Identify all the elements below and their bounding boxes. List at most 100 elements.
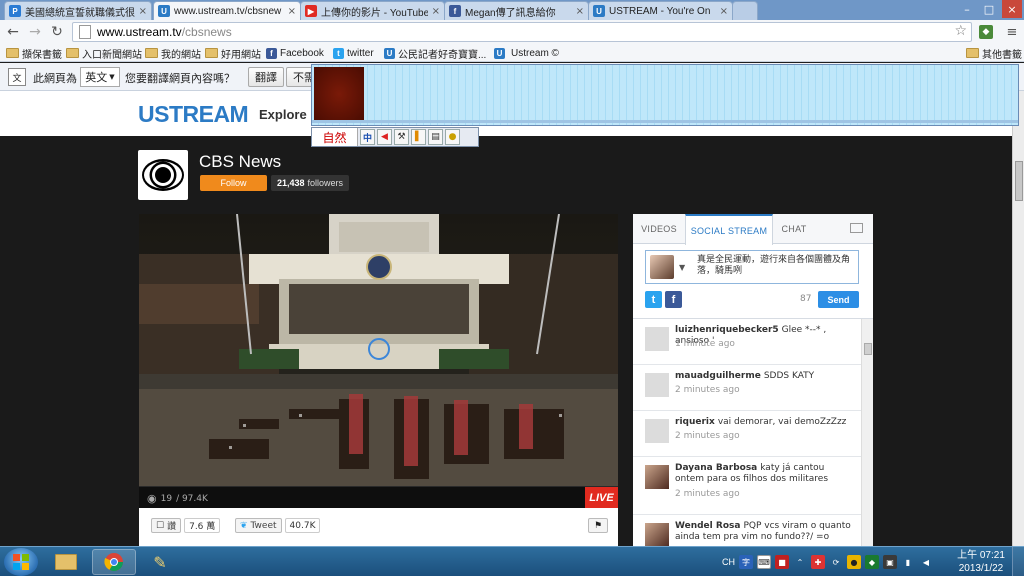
ime-settings-icon[interactable]: ▤ xyxy=(428,129,443,145)
folder-icon xyxy=(205,48,218,58)
bookmark-ustream-c[interactable]: Ustream © xyxy=(497,45,559,61)
bookmark-folder[interactable]: 入口新聞網站 xyxy=(66,45,142,61)
show-desktop-button[interactable] xyxy=(1012,547,1024,576)
tab-close-icon[interactable]: × xyxy=(720,6,728,17)
tab-ustream-cbsnews[interactable]: U www.ustream.tv/cbsnew × xyxy=(153,1,301,20)
cbs-eye-logo[interactable] xyxy=(138,150,188,200)
volume-icon[interactable]: ◀ xyxy=(919,555,933,569)
feed-username[interactable]: Wendel Rosa xyxy=(675,521,740,531)
compose-box[interactable]: ▼ 真是全民運動，遊行來自各個團體及角落，騎馬咧 xyxy=(645,250,859,284)
tray-sync-icon[interactable]: ⟳ xyxy=(829,555,843,569)
popout-icon[interactable] xyxy=(850,223,863,233)
tweet-widget: ❦ Tweet 40.7K xyxy=(235,518,321,533)
tab-close-icon[interactable]: × xyxy=(576,6,584,17)
ime-punctuation-icon[interactable]: ▌ xyxy=(411,129,426,145)
tray-app-icon[interactable]: ✚ xyxy=(811,555,825,569)
bookmark-twitter[interactable]: t twitter xyxy=(333,45,374,61)
avatar[interactable] xyxy=(650,255,674,279)
ime-mode-icon[interactable]: 中 xyxy=(360,129,375,145)
tab-close-icon[interactable]: × xyxy=(432,6,440,17)
ime-toolbar: 自然 中 ◀ ⚒ ▌ ▤ ● xyxy=(311,127,479,147)
scroll-thumb[interactable] xyxy=(864,343,872,355)
chevron-down-icon[interactable]: ▼ xyxy=(679,263,685,272)
back-arrow-icon[interactable]: ← xyxy=(4,23,22,41)
input-language[interactable]: CH xyxy=(722,557,735,567)
address-bar[interactable]: www.ustream.tv/cbsnews ☆ xyxy=(72,22,972,42)
tab-videos[interactable]: VIDEOS xyxy=(633,214,685,244)
tab-facebook-message[interactable]: f Megan傳了訊息給你 × xyxy=(444,1,589,20)
menu-icon[interactable]: ≡ xyxy=(1003,23,1021,41)
extension-icon[interactable]: ◆ xyxy=(979,25,993,39)
avatar[interactable] xyxy=(645,465,669,489)
translate-button[interactable]: 翻譯 xyxy=(248,67,284,87)
language-select[interactable]: 英文 ▼ xyxy=(80,67,120,87)
avatar[interactable] xyxy=(645,419,669,443)
live-badge: LIVE xyxy=(585,487,618,508)
network-icon[interactable]: ▮ xyxy=(901,555,915,569)
like-button[interactable]: ☐ 讚 xyxy=(151,518,182,533)
bookmark-folder[interactable]: 我的網站 xyxy=(145,45,201,61)
tab-label: www.ustream.tv/cbsnew xyxy=(174,5,282,17)
feed-username[interactable]: luizhenriquebecker5 xyxy=(675,325,779,335)
nav-explore[interactable]: Explore xyxy=(259,107,307,122)
feed-item: riquerix vai demorar, vai demoZzZzz 2 min… xyxy=(633,411,861,457)
tray-security-icon[interactable]: ◆ xyxy=(865,555,879,569)
feed-username[interactable]: riquerix xyxy=(675,417,715,427)
follow-button[interactable]: Follow xyxy=(200,175,267,191)
minimize-icon[interactable]: – xyxy=(958,0,976,18)
tray-notify-icon[interactable]: ● xyxy=(847,555,861,569)
flag-icon: ⚑ xyxy=(593,520,603,531)
other-bookmarks[interactable]: 其他書籤 xyxy=(966,45,1022,61)
translate-label: 此網頁為 xyxy=(33,72,77,85)
tab-close-icon[interactable]: × xyxy=(139,6,147,17)
tab-chat[interactable]: CHAT xyxy=(773,214,815,244)
tab-close-icon[interactable]: × xyxy=(288,6,296,17)
tab-inauguration[interactable]: P 美國總統宣誓就職儀式很 × xyxy=(4,1,152,20)
feed-username[interactable]: Dayana Barbosa xyxy=(675,463,757,473)
video-player[interactable]: ◉ 19 / 97.4K LIVE xyxy=(139,214,618,508)
feed-username[interactable]: mauadguilherme xyxy=(675,371,761,381)
facebook-share-icon[interactable]: f xyxy=(665,291,682,308)
close-window-icon[interactable]: × xyxy=(1002,0,1022,18)
start-button[interactable] xyxy=(4,548,38,576)
tab-favicon-icon: U xyxy=(593,5,605,17)
keyboard-icon[interactable]: ⌨ xyxy=(757,555,771,569)
taskbar-paint[interactable]: ✎ xyxy=(138,549,182,575)
maximize-icon[interactable]: □ xyxy=(980,0,998,18)
tab-ustream-youre-on[interactable]: U USTREAM - You're On × xyxy=(588,1,733,20)
taskbar-chrome[interactable] xyxy=(92,549,136,575)
twitter-share-icon[interactable]: t xyxy=(645,291,662,308)
ime-help-icon[interactable]: ● xyxy=(445,129,460,145)
bookmark-star-icon[interactable]: ☆ xyxy=(954,23,967,39)
tray-monitor-icon[interactable]: ▣ xyxy=(883,555,897,569)
tab-label: 美國總統宣誓就職儀式很 xyxy=(25,7,135,19)
compose-input[interactable]: 真是全民運動，遊行來自各個團體及角落，騎馬咧 xyxy=(697,255,857,277)
ime-logo[interactable]: 自然 xyxy=(312,128,358,146)
avatar[interactable] xyxy=(645,523,669,546)
ime-tools-icon[interactable]: ⚒ xyxy=(394,129,409,145)
avatar[interactable] xyxy=(645,373,669,397)
tab-social-stream[interactable]: SOCIAL STREAM xyxy=(685,214,773,245)
tweet-button[interactable]: ❦ Tweet xyxy=(235,518,282,533)
send-button[interactable]: Send xyxy=(818,291,859,308)
forward-arrow-icon[interactable]: → xyxy=(26,23,44,41)
page-scrollbar[interactable] xyxy=(1012,91,1024,546)
scroll-thumb[interactable] xyxy=(1015,161,1023,201)
report-flag-button[interactable]: ⚑ xyxy=(588,518,608,533)
bookmark-folder[interactable]: 擷保書籤 xyxy=(6,45,62,61)
antivirus-icon[interactable]: ■ xyxy=(775,555,789,569)
bookmark-folder[interactable]: 好用網站 xyxy=(205,45,261,61)
new-tab-button[interactable] xyxy=(732,1,758,20)
avatar[interactable] xyxy=(645,327,669,351)
tab-youtube-upload[interactable]: ▶ 上傳你的影片 - YouTube × xyxy=(300,1,445,20)
ime-half-width-icon[interactable]: ◀ xyxy=(377,129,392,145)
ime-tray-icon[interactable]: 字 xyxy=(739,555,753,569)
taskbar-clock[interactable]: 上午 07:21 2013/1/22 xyxy=(955,549,1007,575)
reload-icon[interactable]: ↻ xyxy=(48,23,66,41)
bookmark-ustream-reporter[interactable]: U 公民記者好奇寶寶... xyxy=(384,45,486,61)
tray-up-icon[interactable]: ⌃ xyxy=(793,555,807,569)
feed-scrollbar[interactable] xyxy=(861,319,873,546)
bookmark-facebook[interactable]: f Facebook xyxy=(266,45,324,61)
ustream-logo[interactable]: USTREAM xyxy=(138,101,249,128)
taskbar-explorer[interactable] xyxy=(44,549,88,575)
